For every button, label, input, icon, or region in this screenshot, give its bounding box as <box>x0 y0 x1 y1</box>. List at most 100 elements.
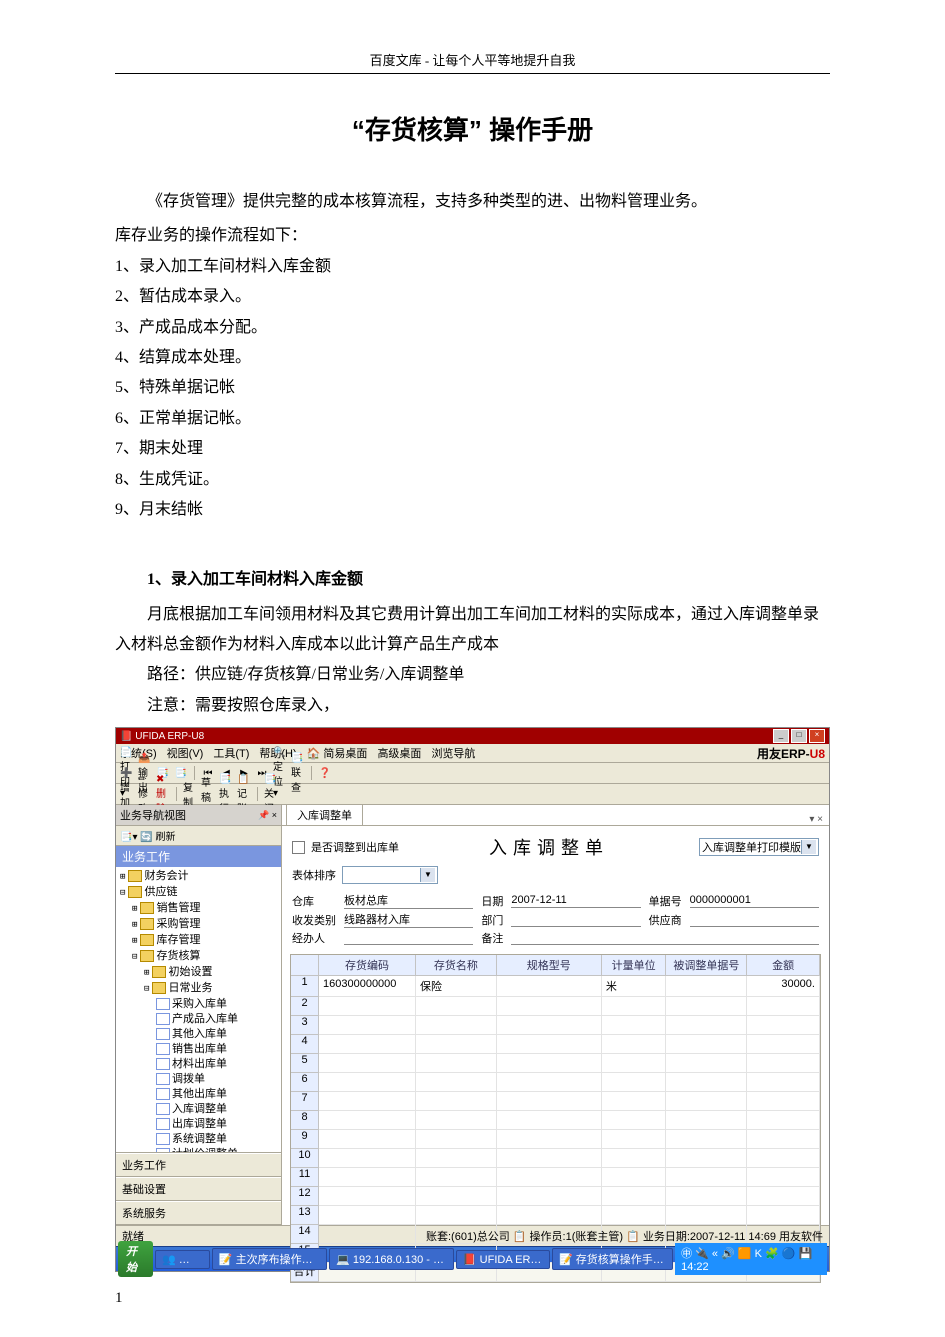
header-fields: 仓库 板材总库 日期 2007-12-11 单据号 0000000001 收发类… <box>292 890 819 948</box>
tree-node[interactable]: 采购入库单 <box>118 997 279 1012</box>
tb-post[interactable]: 📋记账 <box>237 787 251 801</box>
val-operator[interactable] <box>344 931 473 945</box>
col-unit[interactable]: 计量单位 <box>602 955 667 976</box>
adjust-out-label: 是否调整到出库单 <box>311 839 399 855</box>
tree-node[interactable]: ⊟ 供应链 <box>118 885 279 901</box>
tree-node[interactable]: ⊞ 采购管理 <box>118 917 279 933</box>
grid-row-empty[interactable]: 12 <box>291 1187 820 1206</box>
tb-edit[interactable]: ✏修改 <box>138 787 152 801</box>
sidebar-refresh[interactable]: 📑▾ 🔄 刷新 <box>116 826 281 846</box>
grid-row-empty[interactable]: 8 <box>291 1111 820 1130</box>
col-refdoc[interactable]: 被调整单据号 <box>666 955 747 976</box>
tree-node[interactable]: ⊞ 销售管理 <box>118 901 279 917</box>
val-dept[interactable] <box>511 913 640 927</box>
section-1-p3: 注意：需要按照仓库录入， <box>115 691 830 721</box>
task-2[interactable]: 💻 192.168.0.130 - 远程... <box>329 1248 454 1270</box>
tab-controls[interactable]: ▾ × <box>809 814 829 825</box>
maximize-button[interactable]: □ <box>791 729 807 743</box>
grid-row-empty[interactable]: 9 <box>291 1130 820 1149</box>
menu-adv-desktop[interactable]: 高级桌面 <box>377 745 421 761</box>
val-docno[interactable]: 0000000001 <box>690 894 819 908</box>
grid-row-empty[interactable]: 6 <box>291 1073 820 1092</box>
grid-row-empty[interactable]: 11 <box>291 1168 820 1187</box>
task-4[interactable]: 📝 存货核算操作手册 - ... <box>552 1248 673 1270</box>
tree-node[interactable]: 销售出库单 <box>118 1042 279 1057</box>
intro-1: 《存货管理》提供完整的成本核算流程，支持多种类型的进、出物料管理业务。 <box>115 187 830 217</box>
tree-node[interactable]: 入库调整单 <box>118 1102 279 1117</box>
grid-row-empty[interactable]: 3 <box>291 1016 820 1035</box>
lbl-date: 日期 <box>481 893 503 909</box>
grid-row-empty[interactable]: 13 <box>291 1206 820 1225</box>
menu-browse-nav[interactable]: 浏览导航 <box>431 745 475 761</box>
tb-delete[interactable]: ✖删除 <box>156 787 170 801</box>
tree-node[interactable]: ⊞ 财务会计 <box>118 869 279 885</box>
sb-foot-3[interactable]: 系统服务 <box>116 1201 281 1225</box>
tb-add[interactable]: ➕增加 ▾ <box>120 787 134 801</box>
step-9: 9、月末结帐 <box>115 495 830 525</box>
val-type[interactable]: 线路器材入库 <box>344 911 473 928</box>
print-template-select[interactable]: 入库调整单打印模版▼ <box>699 838 819 856</box>
col-rownum <box>291 955 319 976</box>
status-right: 账套:(601)总公司 📋 操作员:1(账套主管) 📋 业务日期:2007-12… <box>426 1228 823 1244</box>
sort-select[interactable]: ▼ <box>342 866 438 884</box>
val-supplier[interactable] <box>690 913 819 927</box>
tb-draft[interactable]: 草稿 ▾ <box>201 787 215 801</box>
tree-node[interactable]: 其他出库单 <box>118 1087 279 1102</box>
main-area: 入库调整单 ▾ × 是否调整到出库单 入库调整单 入库调整单打印模版▼ <box>282 805 829 1225</box>
grid-row-empty[interactable]: 10 <box>291 1149 820 1168</box>
tree-node[interactable]: 调拨单 <box>118 1072 279 1087</box>
sidebar-footer: 业务工作 基础设置 系统服务 <box>116 1152 281 1225</box>
tree-node[interactable]: 系统调整单 <box>118 1132 279 1147</box>
tree-node[interactable]: ⊟ 存货核算 <box>118 949 279 965</box>
task-3[interactable]: 📕 UFIDA ERP-U8 <box>456 1250 550 1269</box>
val-warehouse[interactable]: 板材总库 <box>344 892 473 909</box>
tb-exec[interactable]: 📑执行 <box>219 787 233 801</box>
adjust-out-checkbox[interactable] <box>292 841 305 854</box>
menu-view[interactable]: 视图(V) <box>167 745 204 761</box>
task-1[interactable]: 📝 主次序布操作手册 ... <box>212 1248 327 1270</box>
tree-node[interactable]: 产成品入库单 <box>118 1012 279 1027</box>
pin-icon[interactable]: 📌 × <box>258 810 277 821</box>
sidebar-title: 业务导航视图 <box>120 807 186 823</box>
tree-node[interactable]: ⊞ 库存管理 <box>118 933 279 949</box>
tb-copy[interactable]: 复制 <box>183 787 197 801</box>
step-2: 2、暂估成本录入。 <box>115 282 830 312</box>
col-amount[interactable]: 金额 <box>747 955 820 976</box>
tree-node[interactable]: 其他入库单 <box>118 1027 279 1042</box>
step-8: 8、生成凭证。 <box>115 465 830 495</box>
grid-row-empty[interactable]: 7 <box>291 1092 820 1111</box>
sb-foot-2[interactable]: 基础设置 <box>116 1177 281 1201</box>
start-button[interactable]: 开始 <box>118 1241 153 1277</box>
val-memo[interactable] <box>511 931 819 945</box>
tree-node[interactable]: ⊞ 初始设置 <box>118 965 279 981</box>
step-7: 7、期末处理 <box>115 434 830 464</box>
grid-row-empty[interactable]: 2 <box>291 997 820 1016</box>
quick-launch[interactable]: 👥 🔆 📁 <box>155 1250 210 1269</box>
tree-node[interactable]: 材料出库单 <box>118 1057 279 1072</box>
grid-row-empty[interactable]: 5 <box>291 1054 820 1073</box>
tree-node[interactable]: 出库调整单 <box>118 1117 279 1132</box>
col-code[interactable]: 存货编码 <box>319 955 416 976</box>
menu-bar: 系统(S) 视图(V) 工具(T) 帮助(H) 🏠 简易桌面 高级桌面 浏览导航… <box>116 744 829 763</box>
tb-close[interactable]: 📑关闭 <box>264 787 278 801</box>
val-date[interactable]: 2007-12-11 <box>511 894 640 908</box>
grid-row-empty[interactable]: 4 <box>291 1035 820 1054</box>
col-spec[interactable]: 规格型号 <box>497 955 602 976</box>
tb-link-query[interactable]: 📑 联查 <box>291 766 305 780</box>
nav-tree[interactable]: ⊞ 财务会计⊟ 供应链⊞ 销售管理⊞ 采购管理⊞ 库存管理⊟ 存货核算⊞ 初始设… <box>116 867 281 1152</box>
section-1-p2: 路径：供应链/存货核算/日常业务/入库调整单 <box>115 660 830 690</box>
grid-row-1[interactable]: 1 160300000000 保险 米 30000. <box>291 976 820 997</box>
close-button[interactable]: × <box>809 729 825 743</box>
windows-taskbar: 开始 👥 🔆 📁 📝 主次序布操作手册 ... 💻 192.168.0.130 … <box>116 1246 829 1271</box>
tb-doc2-icon[interactable]: 📑 <box>174 766 188 780</box>
minimize-button[interactable]: _ <box>773 729 789 743</box>
sb-foot-1[interactable]: 业务工作 <box>116 1153 281 1177</box>
menu-simple-desktop[interactable]: 🏠 简易桌面 <box>307 745 368 761</box>
system-tray[interactable]: ㊥ 🔌 « 🔊 🟧 K 🧩 🔵 💾 14:22 <box>675 1243 827 1275</box>
col-name[interactable]: 存货名称 <box>416 955 497 976</box>
menu-tools[interactable]: 工具(T) <box>213 745 249 761</box>
tree-node[interactable]: ⊟ 日常业务 <box>118 981 279 997</box>
main-tab[interactable]: 入库调整单 <box>286 804 363 825</box>
tb-help-icon[interactable]: ❓ <box>318 766 332 780</box>
step-5: 5、特殊单据记帐 <box>115 373 830 403</box>
